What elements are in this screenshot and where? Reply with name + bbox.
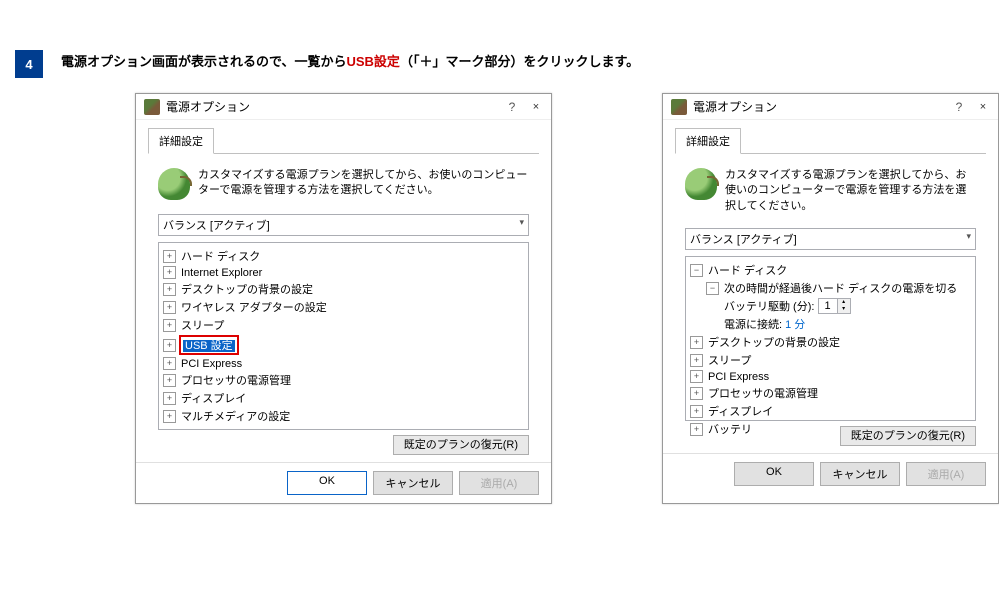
ok-button[interactable]: OK (287, 471, 367, 495)
tree-item-cpu[interactable]: +プロセッサの電源管理 (161, 371, 526, 389)
plus-icon[interactable]: + (163, 250, 176, 263)
plan-icon (158, 168, 190, 200)
plus-icon[interactable]: + (690, 370, 703, 383)
plus-icon[interactable]: + (690, 387, 703, 400)
tree-item-hdd[interactable]: −ハード ディスク (688, 261, 973, 279)
apply-button[interactable]: 適用(A) (906, 462, 986, 486)
plus-icon[interactable]: + (690, 405, 703, 418)
close-button[interactable]: × (529, 101, 543, 113)
power-icon (144, 99, 160, 115)
tree-item-display[interactable]: +ディスプレイ (161, 389, 526, 407)
tree-item-sleep[interactable]: +スリープ (688, 351, 973, 369)
tree-item-battery[interactable]: バッテリ駆動 (分): 1▴▾ (688, 297, 973, 315)
close-button[interactable]: × (976, 101, 990, 113)
plus-icon[interactable]: + (163, 410, 176, 423)
cancel-button[interactable]: キャンセル (820, 462, 900, 486)
tree-item-usb[interactable]: +USB 設定 (161, 334, 526, 356)
plus-icon[interactable]: + (163, 319, 176, 332)
dialog-title: 電源オプション (166, 98, 505, 115)
power-options-dialog-right: 電源オプション ? × 詳細設定 カスタマイズする電源プランを選択してから、お使… (662, 93, 999, 504)
chevron-down-icon: ▾ (519, 217, 524, 233)
tree-item-multimedia[interactable]: +マルチメディアの設定 (161, 407, 526, 425)
help-button[interactable]: ? (952, 100, 966, 114)
plus-icon[interactable]: + (163, 357, 176, 370)
plus-icon[interactable]: + (690, 336, 703, 349)
tree-item-desktop-bg[interactable]: +デスクトップの背景の設定 (161, 280, 526, 298)
tree-item-ac[interactable]: 電源に接続: 1 分 (688, 315, 973, 333)
tree-item-wireless[interactable]: +ワイヤレス アダプターの設定 (161, 298, 526, 316)
ok-button[interactable]: OK (734, 462, 814, 486)
power-icon (671, 99, 687, 115)
plus-icon[interactable]: + (163, 392, 176, 405)
tree-item-hdd[interactable]: +ハード ディスク (161, 247, 526, 265)
tree-item-sleep[interactable]: +スリープ (161, 316, 526, 334)
tab-advanced[interactable]: 詳細設定 (675, 128, 741, 154)
step-text: 電源オプション画面が表示されるので、一覧からUSB設定（「＋」マーク部分）をクリ… (61, 50, 639, 73)
dialog-title: 電源オプション (693, 98, 952, 115)
tree-item-desktop-bg[interactable]: +デスクトップの背景の設定 (688, 333, 973, 351)
tree-item-cpu[interactable]: +プロセッサの電源管理 (688, 384, 973, 402)
plus-icon[interactable]: + (690, 423, 703, 436)
plan-desc: カスタマイズする電源プランを選択してから、お使いのコンピューターで電源を管理する… (725, 168, 976, 214)
plus-icon[interactable]: + (163, 374, 176, 387)
minutes-stepper[interactable]: 1▴▾ (818, 298, 851, 314)
plus-icon[interactable]: + (163, 339, 176, 352)
settings-tree[interactable]: −ハード ディスク −次の時間が経過後ハード ディスクの電源を切る バッテリ駆動… (685, 256, 976, 421)
minus-icon[interactable]: − (706, 282, 719, 295)
tree-item-display[interactable]: +ディスプレイ (688, 402, 973, 420)
restore-defaults-button[interactable]: 既定のプランの復元(R) (840, 426, 976, 446)
restore-defaults-button[interactable]: 既定のプランの復元(R) (393, 435, 529, 455)
tree-item-ie[interactable]: +Internet Explorer (161, 265, 526, 280)
tree-item-hdd-timeout[interactable]: −次の時間が経過後ハード ディスクの電源を切る (688, 279, 973, 297)
settings-tree[interactable]: +ハード ディスク +Internet Explorer +デスクトップの背景の… (158, 242, 529, 430)
step-number: 4 (15, 50, 43, 78)
down-icon[interactable]: ▾ (838, 306, 850, 313)
plan-desc: カスタマイズする電源プランを選択してから、お使いのコンピューターで電源を管理する… (198, 168, 529, 200)
plan-select[interactable]: バランス [アクティブ]▾ (685, 228, 976, 250)
apply-button[interactable]: 適用(A) (459, 471, 539, 495)
minus-icon[interactable]: − (690, 264, 703, 277)
plus-icon[interactable]: + (163, 266, 176, 279)
plan-icon (685, 168, 717, 200)
plus-icon[interactable]: + (163, 301, 176, 314)
chevron-down-icon: ▾ (966, 231, 971, 247)
plan-select[interactable]: バランス [アクティブ]▾ (158, 214, 529, 236)
plus-icon[interactable]: + (690, 354, 703, 367)
up-icon[interactable]: ▴ (838, 299, 850, 306)
plus-icon[interactable]: + (163, 283, 176, 296)
cancel-button[interactable]: キャンセル (373, 471, 453, 495)
tree-item-pci[interactable]: +PCI Express (161, 356, 526, 371)
tab-advanced[interactable]: 詳細設定 (148, 128, 214, 154)
help-button[interactable]: ? (505, 100, 519, 114)
tree-item-pci[interactable]: +PCI Express (688, 369, 973, 384)
power-options-dialog-left: 電源オプション ? × 詳細設定 カスタマイズする電源プランを選択してから、お使… (135, 93, 552, 504)
